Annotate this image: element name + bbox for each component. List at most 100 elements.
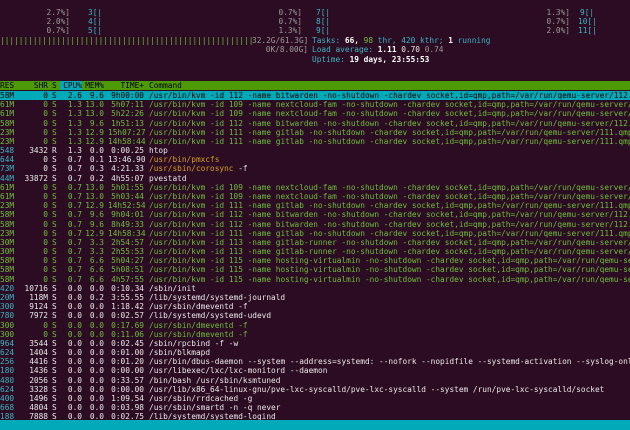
process-cpu: 0.0 bbox=[67, 393, 82, 403]
process-cpu: 0.0 bbox=[67, 311, 82, 321]
process-row[interactable]: 61M 0 S 1.3 13.0 5h07:11/usr/bin/kvm -id 109 … bbox=[0, 100, 630, 109]
process-time: 5h08:51 bbox=[111, 265, 144, 275]
process-row[interactable]: 400 1496 S 0.0 0.0 1:09.54/usr/sbin/rrdcached… bbox=[0, 394, 630, 403]
process-row[interactable]: 480 2056 S 0.0 0.0 0:33.57/bin/bash /usr/sbin… bbox=[0, 376, 630, 385]
column-mem[interactable]: MEM% bbox=[84, 81, 104, 90]
process-command: /usr/bin/kvm -id 112 -name bitwarden -no… bbox=[149, 210, 630, 219]
process-state: S bbox=[52, 100, 57, 110]
process-shr: 4804 bbox=[29, 403, 48, 413]
process-row[interactable]: 58M 0 S 0.7 9.6 9h04:01/usr/bin/kvm -id 112 -… bbox=[0, 210, 630, 219]
process-command: /sbin/blkmapd bbox=[149, 348, 630, 357]
process-command: /usr/sbin/rrdcached -g bbox=[149, 394, 630, 403]
column-state[interactable]: S bbox=[52, 81, 58, 90]
process-state: S bbox=[52, 118, 57, 128]
process-res: 73M bbox=[0, 164, 15, 174]
process-row[interactable]: 58M 0 S 1.3 9.6 1h51:13/usr/bin/kvm -id 112 -… bbox=[0, 119, 630, 128]
process-row[interactable]: 624 3328 S 0.0 0.0 0:00.00/usr/lib/x86_64-lin… bbox=[0, 385, 630, 394]
process-command: /usr/bin/kvm -id 109 -name nextcloud-fam… bbox=[149, 192, 630, 201]
column-res[interactable]: RES bbox=[0, 81, 22, 90]
process-row[interactable]: 23M 0 S 1.3 12.9 14h58:44/usr/bin/kvm -id 111… bbox=[0, 137, 630, 146]
process-command-args: -id 109 -name nextcloud-fam -no-shutdown… bbox=[205, 109, 630, 119]
process-state: S bbox=[52, 292, 57, 302]
process-command: /usr/bin/kvm -id 109 -name nextcloud-fam… bbox=[149, 100, 630, 109]
process-command-base: /usr/sbin/smartd bbox=[149, 403, 225, 413]
process-shr: 0 bbox=[43, 329, 48, 339]
process-mem: 0.0 bbox=[89, 338, 104, 348]
process-res: 23M bbox=[0, 201, 15, 211]
process-row[interactable]: 61M 0 S 1.3 13.0 5h22:26/usr/bin/kvm -id 109 … bbox=[0, 109, 630, 118]
cpu-meter-value: 1.3%] bbox=[546, 8, 570, 17]
cpu-meter-label: 4[| bbox=[88, 17, 103, 26]
process-cpu: 0.0 bbox=[67, 329, 82, 339]
process-mem: 0.0 bbox=[89, 283, 104, 293]
process-cpu: 0.7 bbox=[67, 274, 82, 284]
process-mem: 12.9 bbox=[85, 228, 104, 238]
process-cpu: 0.0 bbox=[67, 357, 82, 367]
process-time: 14h52:54 bbox=[108, 201, 146, 211]
process-row[interactable]: 644 0 S 0.7 0.1 13:46.90/usr/bin/pmxcfs bbox=[0, 155, 630, 164]
process-state: S bbox=[52, 191, 57, 201]
process-state: S bbox=[52, 201, 57, 211]
process-command-base: /usr/bin/kvm bbox=[149, 201, 206, 211]
process-row[interactable]: 58M 0 S 0.7 9.6 8h49:33/usr/bin/kvm -id 112 -… bbox=[0, 220, 630, 229]
process-state: S bbox=[52, 219, 57, 229]
cpu-meter-label: 9[| bbox=[316, 26, 331, 35]
column-command[interactable]: Command bbox=[149, 81, 630, 90]
process-row[interactable]: 23M 0 S 0.7 12.9 14h58:34/usr/bin/kvm -id 111… bbox=[0, 229, 630, 238]
process-row[interactable]: 44M 33872 S 0.7 0.2 4h55:07 pvestatd bbox=[0, 174, 630, 183]
process-command-args: -id 112 -name bitwarden -no-shutdown -ch… bbox=[205, 210, 630, 220]
process-command-base: /usr/libexec/lxc/lxc-monitord bbox=[149, 366, 286, 376]
process-command: /usr/sbin/dmeventd -f bbox=[149, 330, 630, 339]
cpu-meter-label: 11[| bbox=[578, 26, 597, 35]
process-shr: 0 bbox=[43, 237, 48, 247]
process-row[interactable]: 58M 0 S 0.7 6.6 4h57:55/usr/bin/kvm -id 115 -… bbox=[0, 275, 630, 284]
process-command-base: htop bbox=[149, 146, 168, 156]
process-cpu: 0.7 bbox=[67, 237, 82, 247]
process-mem: 9.6 bbox=[89, 118, 104, 128]
process-row[interactable]: 300 0 S 0.0 0.0 0:17.69/usr/sbin/dmeventd -f bbox=[0, 321, 630, 330]
process-shr: 9124 bbox=[29, 302, 48, 312]
process-time: 9h00:00 bbox=[111, 91, 144, 100]
process-command-args: -id 113 -name gitlab-runner -no-shutdown… bbox=[205, 247, 630, 257]
process-shr: 1404 bbox=[29, 348, 48, 358]
process-row[interactable]: 780 7972 S 0.0 0.0 0:02.57/lib/systemd/system… bbox=[0, 311, 630, 320]
process-shr: 0 bbox=[43, 136, 48, 146]
process-command-args: -f bbox=[233, 329, 248, 339]
process-mem: 0.0 bbox=[89, 357, 104, 367]
process-row[interactable]: 30M 0 S 0.7 3.3 2h55:53/usr/bin/kvm -id 113 -… bbox=[0, 247, 630, 256]
process-row[interactable]: 58M 0 S 0.7 6.6 5h04:27/usr/bin/kvm -id 115 -… bbox=[0, 256, 630, 265]
process-row[interactable]: 964 3544 S 0.0 0.0 0:02.45/sbin/rpcbind -f -w bbox=[0, 339, 630, 348]
process-row[interactable]: 20M 118M S 0.0 0.2 3:55.55/lib/systemd/system… bbox=[0, 293, 630, 302]
process-mem: 9.6 bbox=[89, 91, 104, 100]
process-state: S bbox=[52, 127, 57, 137]
process-command-base: /usr/bin/kvm bbox=[149, 118, 206, 128]
process-state: S bbox=[52, 375, 57, 385]
process-row[interactable]: 30M 0 S 0.7 3.3 2h54:57/usr/bin/kvm -id 113 -… bbox=[0, 238, 630, 247]
process-row[interactable]: 548 3432 R 1.3 0.0 0:00.25 htop bbox=[0, 146, 630, 155]
column-shr[interactable]: SHR bbox=[24, 81, 48, 90]
process-row[interactable]: 23M 0 S 0.7 12.9 14h52:54/usr/bin/kvm -id 111… bbox=[0, 201, 630, 210]
process-res: 548 bbox=[0, 146, 15, 156]
process-row[interactable]: 73M 0 S 0.7 0.3 4:21.33/usr/sbin/corosync -f bbox=[0, 164, 630, 173]
column-cpu[interactable]: CPU% bbox=[60, 81, 82, 90]
process-command-base: pvestatd bbox=[149, 173, 187, 183]
process-command-args: -id 112 -name bitwarden -no-shutdown -ch… bbox=[205, 118, 630, 128]
process-mem: 0.0 bbox=[89, 403, 104, 413]
process-cpu: 2.6 bbox=[67, 91, 82, 100]
process-row[interactable]: 624 1404 S 0.0 0.0 0:01.00/sbin/blkmapd bbox=[0, 348, 630, 357]
process-command-args: -f bbox=[233, 302, 248, 312]
process-row[interactable]: 23M 0 S 1.3 12.9 15h07:27/usr/bin/kvm -id 111… bbox=[0, 128, 630, 137]
process-row[interactable]: 58M 0 S 0.7 6.6 5h08:51/usr/bin/kvm -id 115 -… bbox=[0, 265, 630, 274]
process-row[interactable]: 300 0 S 0.0 0.0 0:11.06/usr/sbin/dmeventd -f bbox=[0, 330, 630, 339]
process-command-base: /usr/bin/kvm bbox=[149, 100, 206, 110]
process-row[interactable]: 256 4416 S 0.0 0.0 0:01.20/usr/bin/dbus-daemo… bbox=[0, 357, 630, 366]
process-row[interactable]: 58M 0 S 2.6 9.6 9h00:00/usr/bin/kvm -id 112 -… bbox=[0, 91, 630, 101]
column-time[interactable]: TIME+ bbox=[108, 81, 144, 90]
process-row[interactable]: 61M 0 S 0.7 13.0 5h01:55/usr/bin/kvm -id 109 … bbox=[0, 183, 630, 192]
process-row[interactable]: 61M 0 S 0.7 13.0 5h03:44/usr/bin/kvm -id 109 … bbox=[0, 192, 630, 201]
process-row[interactable]: 180 1436 S 0.0 0.0 0:00.00/usr/libexec/lxc/lx… bbox=[0, 366, 630, 375]
process-command-args: -g bbox=[238, 393, 253, 403]
process-row[interactable]: 420 10716 S 0.0 0.0 0:10.34/sbin/init bbox=[0, 284, 630, 293]
process-row[interactable]: 300 9124 S 0.0 0.0 1:18.42/usr/sbin/dmeventd … bbox=[0, 302, 630, 311]
process-row[interactable]: 668 4804 S 0.0 0.0 0:03.98/usr/sbin/smartd -n… bbox=[0, 403, 630, 412]
